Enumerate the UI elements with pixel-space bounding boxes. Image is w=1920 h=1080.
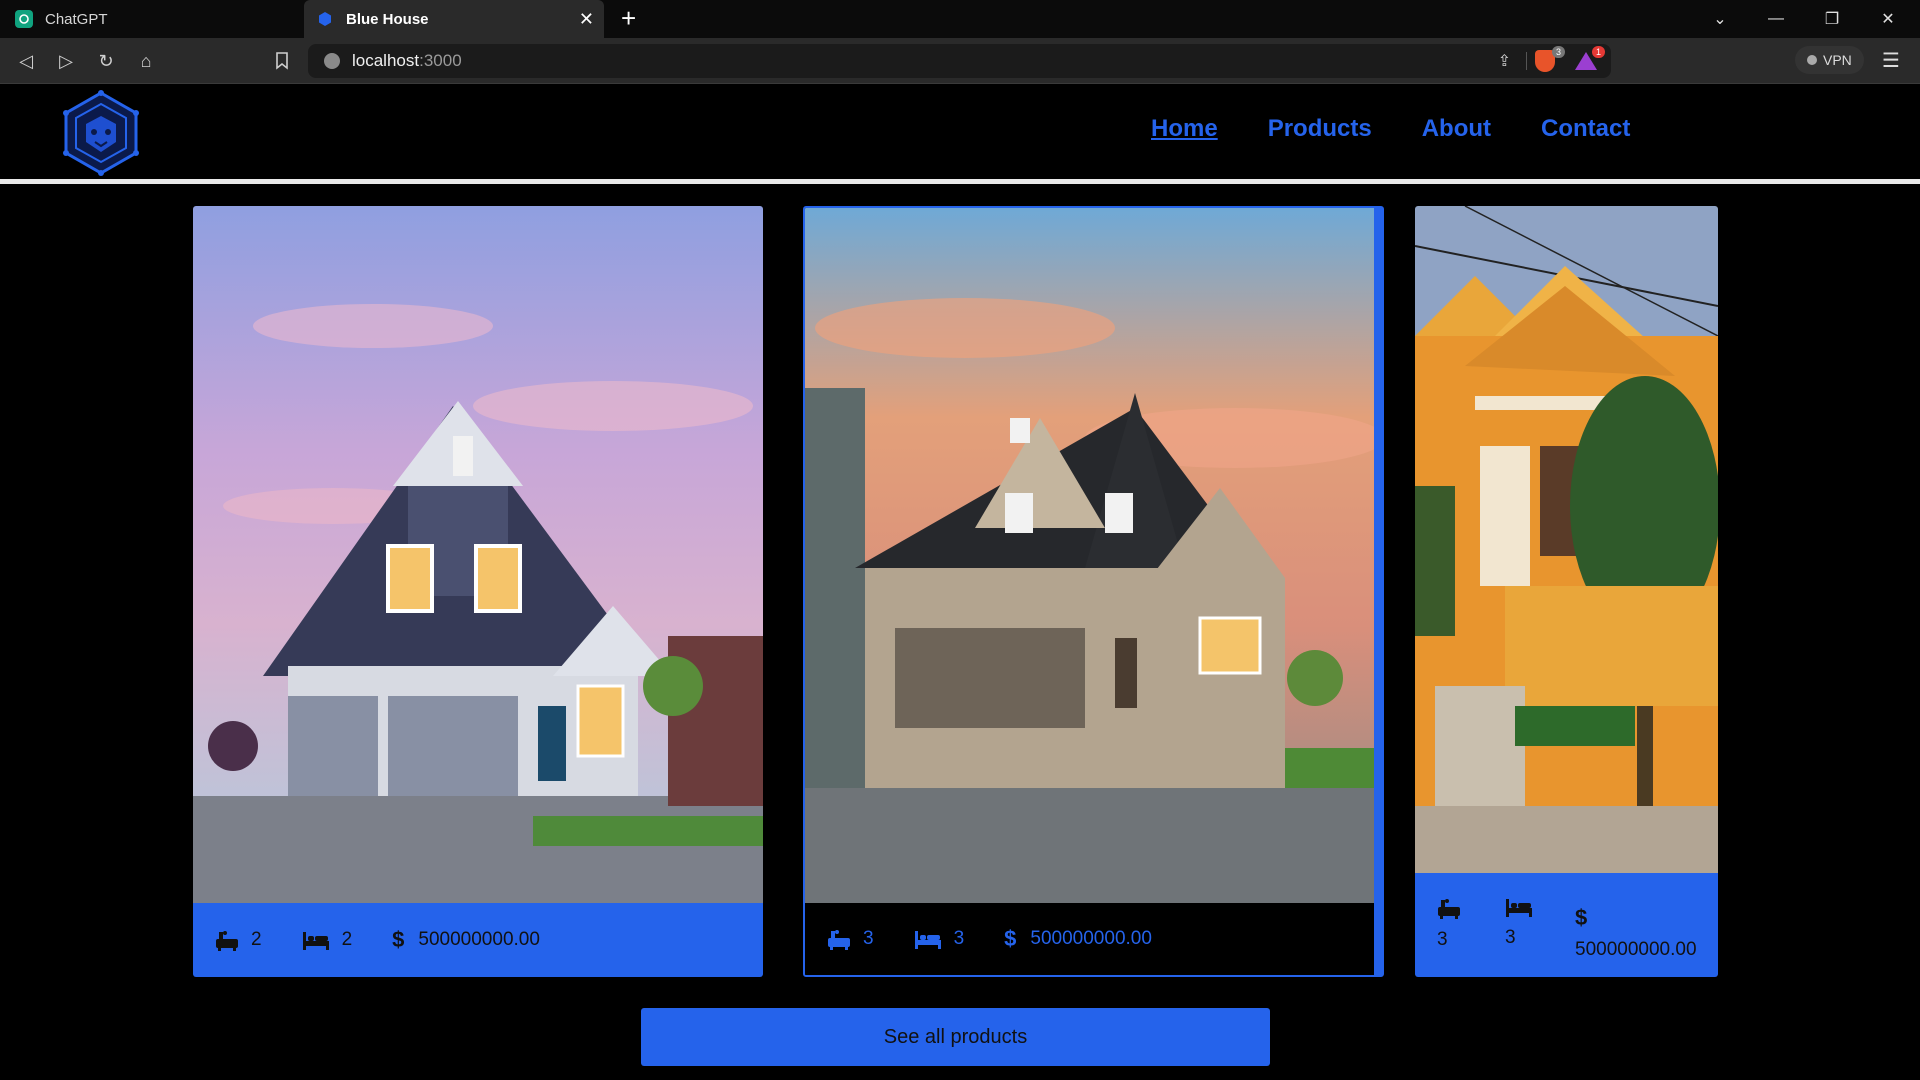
bath-stat: 3 — [827, 928, 874, 950]
site-info-icon[interactable] — [324, 53, 340, 69]
site-header: Home Products About Contact — [0, 85, 1920, 180]
tab-title: ChatGPT — [45, 10, 108, 28]
dollar-icon: $ — [1575, 905, 1588, 930]
nav-about[interactable]: About — [1422, 115, 1491, 143]
bed-stat: 3 — [914, 928, 965, 950]
product-card[interactable]: 2 2 $ 500000000.00 — [193, 206, 763, 977]
dollar-icon: $ — [392, 927, 405, 952]
bath-count: 3 — [863, 928, 874, 949]
nav-home[interactable]: Home — [1151, 115, 1218, 143]
bathtub-icon — [216, 931, 238, 951]
product-card[interactable]: 3 3 $ 500000000.00 — [803, 206, 1384, 977]
bath-count: 2 — [251, 929, 262, 950]
vpn-button[interactable]: VPN — [1795, 46, 1864, 74]
bed-count: 2 — [341, 929, 353, 950]
minimize-button[interactable]: — — [1748, 0, 1804, 38]
reload-icon[interactable]: ↻ — [92, 47, 120, 75]
bath-stat: 2 — [215, 929, 262, 951]
address-bar[interactable]: localhost:3000 ⇪ 3 1 — [308, 44, 1611, 78]
close-window-button[interactable]: ✕ — [1860, 0, 1916, 38]
shields-count-badge: 3 — [1551, 46, 1565, 58]
tab-title: Blue House — [346, 10, 429, 28]
divider — [1526, 52, 1527, 70]
hamburger-menu-icon[interactable]: ☰ — [1882, 48, 1900, 73]
bathtub-icon — [1438, 899, 1460, 919]
site-logo-icon[interactable] — [62, 90, 140, 176]
dollar-icon: $ — [1004, 926, 1017, 951]
share-icon[interactable]: ⇪ — [1498, 51, 1511, 71]
header-divider — [0, 179, 1920, 184]
bed-icon — [914, 931, 941, 949]
beige-house-photo — [805, 208, 1374, 905]
chatgpt-icon — [15, 10, 33, 28]
vpn-status-icon — [1807, 55, 1817, 65]
bed-icon — [1506, 899, 1532, 917]
bookmark-icon[interactable] — [268, 47, 296, 75]
url-port: :3000 — [419, 51, 462, 70]
nav-contact[interactable]: Contact — [1541, 115, 1630, 143]
price-value: 500000000.00 — [1575, 939, 1697, 960]
see-all-products-button[interactable]: See all products — [641, 1008, 1270, 1066]
tab-chatgpt[interactable]: ChatGPT — [0, 0, 300, 38]
new-tab-button[interactable]: + — [621, 4, 636, 32]
price-value: 500000000.00 — [1030, 928, 1152, 949]
restore-button[interactable]: ❐ — [1804, 0, 1860, 38]
page-viewport: Home Products About Contact 2 2 $ 500000… — [0, 85, 1920, 1080]
hexagon-logo-icon — [316, 10, 334, 28]
nav-products[interactable]: Products — [1268, 115, 1372, 143]
bed-icon — [302, 932, 329, 950]
yellow-house-photo — [1415, 206, 1718, 873]
price-stat: $ 500000000.00 — [1004, 926, 1152, 952]
bed-stat: 3 — [1505, 897, 1533, 949]
browser-tab-bar: ChatGPT Blue House ✕ + ⌄ — ❐ ✕ — [0, 0, 1920, 38]
main-nav: Home Products About Contact — [1151, 115, 1630, 143]
blue-house-photo — [193, 206, 763, 903]
tab-blue-house[interactable]: Blue House ✕ — [304, 0, 604, 38]
close-tab-icon[interactable]: ✕ — [579, 10, 594, 28]
browser-toolbar: ◁ ▷ ↻ ⌂ localhost:3000 ⇪ 3 1 VPN ☰ — [0, 38, 1920, 84]
bed-stat: 2 — [302, 929, 353, 951]
card-info-bar: 3 3 $ 500000000.00 — [805, 903, 1374, 975]
card-info-bar: 3 3 $ 500000000.00 — [1415, 873, 1718, 977]
back-icon[interactable]: ◁ — [12, 47, 40, 75]
bath-stat: 3 — [1437, 897, 1461, 951]
bed-count: 3 — [1505, 927, 1516, 948]
rewards-count-badge: 1 — [1591, 46, 1605, 58]
product-card[interactable]: 3 3 $ 500000000.00 — [1415, 206, 1718, 977]
url-host: localhost — [352, 51, 420, 70]
tab-search-chevron-icon[interactable]: ⌄ — [1692, 0, 1748, 38]
bathtub-icon — [828, 930, 850, 950]
home-icon[interactable]: ⌂ — [132, 47, 160, 75]
bed-count: 3 — [953, 928, 965, 949]
price-stat: $ 500000000.00 — [392, 927, 540, 953]
vpn-label: VPN — [1823, 52, 1852, 68]
price-value: 500000000.00 — [418, 929, 540, 950]
card-info-bar: 2 2 $ 500000000.00 — [193, 903, 763, 977]
price-stat: $ 500000000.00 — [1575, 897, 1697, 961]
bath-count: 3 — [1437, 929, 1448, 950]
forward-icon[interactable]: ▷ — [52, 47, 80, 75]
